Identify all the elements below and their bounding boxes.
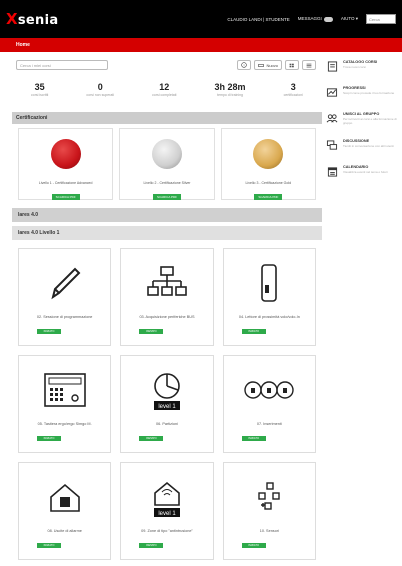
help-menu[interactable]: AIUTO ▾ [341, 16, 358, 22]
stats-row: 35 corsi iscritti 0 corsi non superati 12 c… [12, 82, 322, 108]
red-medal-icon [50, 139, 81, 169]
course-card[interactable]: 08. Uscite di allarme INIZIATO [18, 462, 112, 560]
catalog-icon [326, 60, 338, 72]
status-badge: INIZIATO [241, 436, 266, 441]
download-pdf-button[interactable]: SCARICA PDF [254, 194, 283, 200]
status-badge: INIZIATO [241, 329, 266, 334]
sensors-icon [258, 482, 281, 510]
course-grid: 02. Sessione di programmazione INIZIATO 0… [12, 248, 322, 560]
sidebar-item-calendar[interactable]: CALENDARIO Visualizza eventi nel tema o f… [326, 165, 398, 177]
sidebar-item-group[interactable]: UNISCI AL GRUPPO Per iscriverti ai corsi … [326, 112, 398, 125]
course-card[interactable]: 10. Sensori INIZIATO [222, 462, 316, 560]
section-lares-level1[interactable]: lares 4.0 Livello 1 [12, 226, 322, 240]
section-lares[interactable]: lares 4.0 [12, 208, 322, 222]
course-card[interactable]: 03. Acquisizione periferiche BUS INIZIATO [120, 248, 214, 346]
logo[interactable]: Xsenia [6, 10, 58, 28]
sidebar-item-catalog[interactable]: CATALOGO CORSI Trova nuovi corsi [326, 60, 398, 72]
download-pdf-button[interactable]: SCARICA PDF [152, 194, 181, 200]
course-card[interactable]: 07. Inserimenti INIZIATO [222, 355, 316, 453]
course-card[interactable]: 05. Tastiera ergo/ergo Simgo M. INIZIATO [18, 355, 112, 453]
list-view-button[interactable] [302, 60, 316, 70]
messages-menu[interactable]: MESSAGGI [298, 16, 333, 22]
stat-item: 12 corsi completati [152, 82, 177, 97]
course-card[interactable]: 02. Sessione di programmazione INIZIATO [18, 248, 112, 346]
main-content: Cerca i miei corsi i Nuovo 35 corsi iscri… [12, 56, 322, 560]
breadcrumb[interactable]: Home [0, 38, 402, 52]
course-card[interactable]: 04. Lettore di prossimità volo/volo-In IN… [222, 248, 316, 346]
sidebar-item-progress[interactable]: PROGRESSI Scopri come procede il tuo form… [326, 86, 398, 98]
zone-house-icon: level 1 [153, 481, 180, 517]
arming-icon [244, 381, 295, 399]
course-card[interactable]: level 1 09. Zone di tipo "antintrusione"… [120, 462, 214, 560]
discussion-icon [326, 139, 338, 151]
svg-text:i: i [244, 64, 245, 68]
status-badge: INIZIATO [37, 329, 61, 334]
progress-icon [326, 86, 338, 98]
messages-toggle-icon [323, 16, 333, 22]
network-icon [147, 266, 187, 296]
level-badge: level 1 [158, 511, 176, 517]
group-icon [326, 112, 338, 124]
gold-medal-icon [253, 139, 284, 169]
stat-item: 35 corsi iscritti [31, 82, 49, 97]
status-badge: INIZIATO [37, 436, 61, 441]
sidebar-item-discussion[interactable]: DISCUSSIONE Tieniti in conversazione con … [326, 139, 398, 151]
silver-medal-icon [151, 139, 182, 169]
grid-view-icon [289, 63, 294, 67]
status-badge: INIZIATO [241, 543, 266, 548]
stat-item: 3 certificazioni [283, 82, 303, 97]
certification-card[interactable]: Livello 3 - Certificazione Gold SCARICA … [220, 128, 316, 200]
partitions-icon: level 1 [153, 373, 180, 410]
header-search-input[interactable]: Cerca [366, 14, 396, 24]
top-navbar: Xsenia CLAUDIO LANDI | STUDENTE MESSAGGI… [0, 0, 402, 38]
course-search-input[interactable]: Cerca i miei corsi [16, 60, 108, 70]
info-icon: i [241, 62, 248, 68]
status-badge: INIZIATO [139, 329, 164, 334]
course-card[interactable]: level 1 06. Partizioni INIZIATO [120, 355, 214, 453]
calendar-icon [326, 165, 338, 177]
sidebar: CATALOGO CORSI Trova nuovi corsi PROGRESS… [326, 60, 398, 191]
print-icon [258, 63, 265, 67]
download-pdf-button[interactable]: SCARICA PDF [51, 194, 80, 200]
certifications-header: Certificazioni [12, 112, 322, 124]
status-badge: INIZIATO [139, 543, 164, 548]
stat-item: 3h 28m tempo di training [214, 82, 246, 97]
user-menu[interactable]: CLAUDIO LANDI | STUDENTE [227, 17, 289, 22]
alarm-house-icon [49, 483, 80, 512]
reader-icon [261, 264, 278, 302]
status-badge: INIZIATO [37, 543, 61, 548]
level-badge: level 1 [158, 404, 176, 410]
info-button[interactable]: i [237, 60, 252, 70]
stat-item: 0 corsi non superati [86, 82, 115, 97]
certification-card[interactable]: Livello 2 - Certificazione Silver SCARIC… [119, 128, 215, 200]
filter-button[interactable]: Nuovo [254, 60, 282, 70]
list-view-icon [306, 63, 312, 67]
certifications-list: Livello 1 - Certificazione Advanced SCAR… [12, 128, 322, 200]
certification-card[interactable]: Livello 1 - Certificazione Advanced SCAR… [18, 128, 114, 200]
keypad-icon [43, 373, 86, 407]
pencil-icon [51, 267, 81, 300]
status-badge: INIZIATO [139, 436, 164, 441]
grid-view-button[interactable] [285, 60, 299, 70]
